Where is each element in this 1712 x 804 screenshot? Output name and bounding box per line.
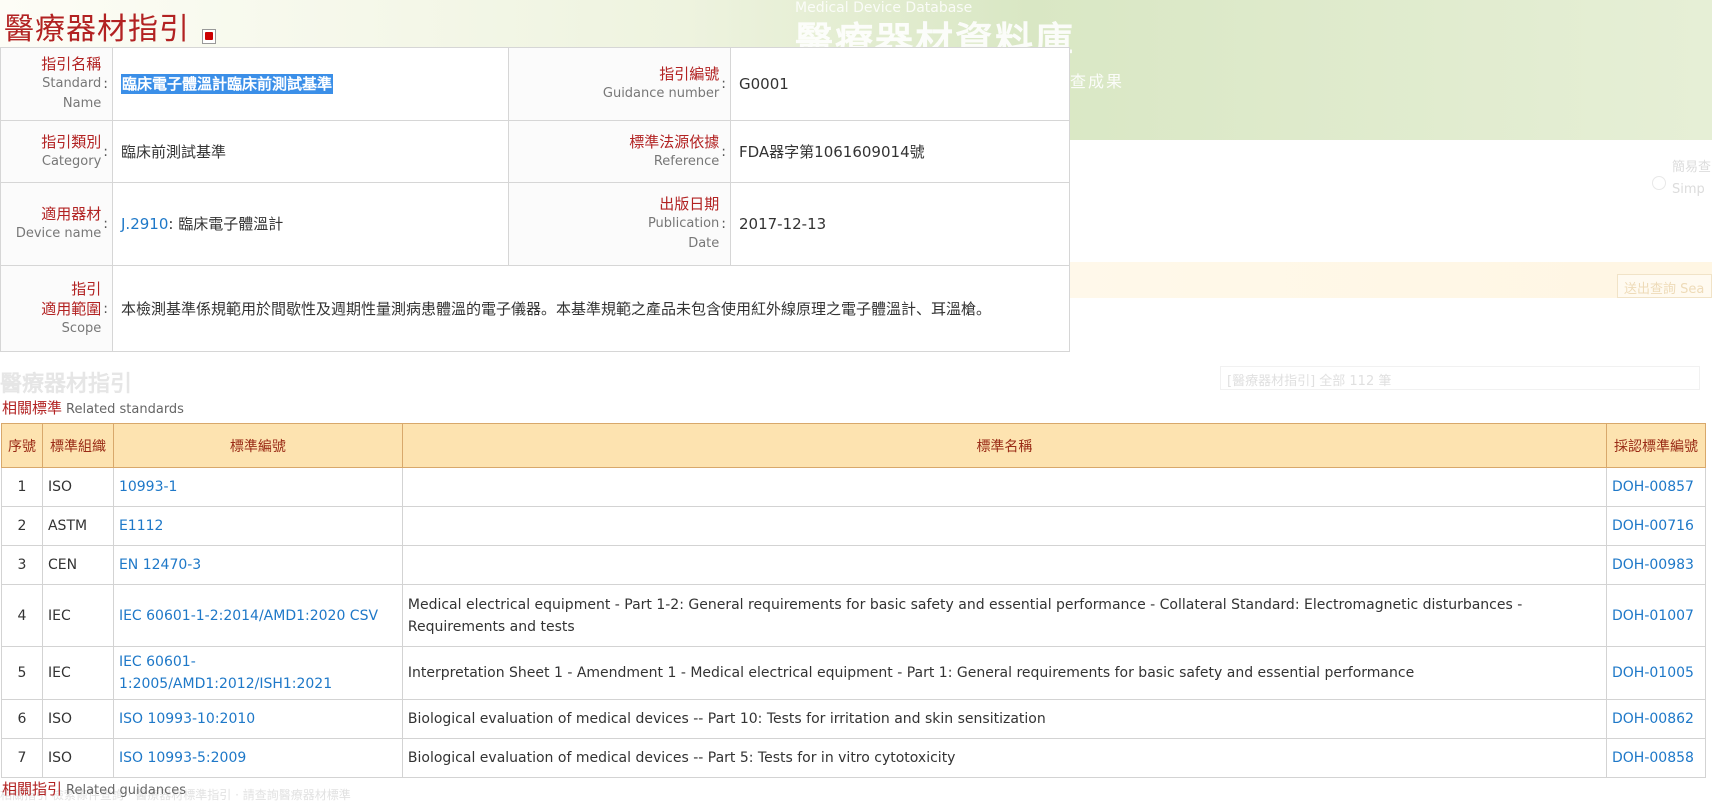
- scope-value: 本檢測基準係規範用於間歇性及週期性量測病患體溫的電子儀器。本基準規範之產品未包含…: [112, 265, 1070, 352]
- category-value: 臨床前測試基準: [112, 120, 509, 183]
- doh-link[interactable]: DOH-00983: [1612, 557, 1694, 573]
- background-radio: [1652, 176, 1666, 190]
- standard-code-link[interactable]: IEC 60601-1:2005/AMD1:2012/ISH1:2021: [119, 654, 332, 692]
- page-title-text: 醫療器材指引: [4, 12, 190, 47]
- reference-label: 標準法源依據 Reference:: [508, 120, 731, 183]
- standard-code-link[interactable]: 10993-1: [119, 479, 178, 495]
- doh-link[interactable]: DOH-00716: [1612, 518, 1694, 534]
- background-radio-label-en: Simp: [1672, 182, 1705, 197]
- device-code-link[interactable]: J.2910: [121, 215, 168, 233]
- device-name-text: 臨床電子體溫計: [178, 215, 284, 233]
- doh-link[interactable]: DOH-00862: [1612, 711, 1694, 727]
- table-row: 2 ASTM E1112 DOH-00716: [1, 506, 1706, 546]
- reference-value: FDA器字第1061609014號: [730, 120, 1070, 183]
- standard-code-link[interactable]: IEC 60601-1-2:2014/AMD1:2020 CSV: [119, 608, 378, 624]
- standard-code-link[interactable]: E1112: [119, 518, 163, 534]
- table-row: 3 CEN EN 12470-3 DOH-00983: [1, 545, 1706, 585]
- guidance-number-value: G0001: [730, 47, 1070, 121]
- doh-link[interactable]: DOH-01005: [1612, 665, 1694, 681]
- related-guidances-label: 相關指引 Related guidances: [2, 780, 186, 798]
- header-name: 標準名稱: [401, 423, 1608, 468]
- standard-code-link[interactable]: ISO 10993-10:2010: [119, 711, 255, 727]
- table-row: 1 ISO 10993-1 DOH-00857: [1, 467, 1706, 507]
- background-slogan: 查成果: [1070, 72, 1125, 91]
- standard-name-value: 臨床電子體溫計臨床前測試基準: [112, 47, 509, 121]
- device-name-label: 適用器材 Device name:: [0, 182, 113, 266]
- page-title: 醫療器材指引: [4, 4, 216, 48]
- doh-link[interactable]: DOH-00857: [1612, 479, 1694, 495]
- device-name-value: J.2910: 臨床電子體溫計: [112, 182, 509, 266]
- header-code: 標準編號: [112, 423, 403, 468]
- guidance-info-table: 指引名稱 Standard Name: 臨床電子體溫計臨床前測試基準 指引編號 Gu…: [0, 47, 1070, 352]
- background-radio-label: 簡易查: [1672, 160, 1712, 175]
- standard-code-link[interactable]: ISO 10993-5:2009: [119, 750, 246, 766]
- table-row: 5 IEC IEC 60601-1:2005/AMD1:2012/ISH1:20…: [1, 646, 1706, 700]
- doh-link[interactable]: DOH-00858: [1612, 750, 1694, 766]
- standard-code-link[interactable]: EN 12470-3: [119, 557, 201, 573]
- category-label: 指引類別 Category:: [0, 120, 113, 183]
- header-org: 標準組織: [41, 423, 114, 468]
- header-doh: 採認標準編號: [1606, 423, 1706, 468]
- related-standards-table: 序號 標準組織 標準編號 標準名稱 採認標準編號 1 ISO 10993-1 D…: [1, 423, 1706, 778]
- doh-link[interactable]: DOH-01007: [1612, 608, 1694, 624]
- publication-date-label: 出版日期 Publication Date:: [508, 182, 731, 266]
- background-count: [醫療器材指引] 全部 112 筆: [1220, 366, 1700, 390]
- publication-date-value: 2017-12-13: [730, 182, 1070, 266]
- related-standards-label: 相關標準 Related standards: [2, 399, 184, 417]
- header-no: 序號: [1, 423, 43, 468]
- table-row: 4 IEC IEC 60601-1-2:2014/AMD1:2020 CSV M…: [1, 584, 1706, 647]
- standard-name-label: 指引名稱 Standard Name:: [0, 47, 113, 121]
- guidance-number-label: 指引編號 Guidance number:: [508, 47, 731, 121]
- background-search-button: 送出查詢 Sea: [1617, 274, 1712, 298]
- pdf-icon[interactable]: [202, 29, 216, 44]
- background-section-title: 醫療器材指引: [0, 372, 133, 397]
- scope-label: 指引 適用範圍 Scope:: [0, 265, 113, 352]
- table-row: 6 ISO ISO 10993-10:2010 Biological evalu…: [1, 699, 1706, 739]
- table-row: 7 ISO ISO 10993-5:2009 Biological evalua…: [1, 738, 1706, 778]
